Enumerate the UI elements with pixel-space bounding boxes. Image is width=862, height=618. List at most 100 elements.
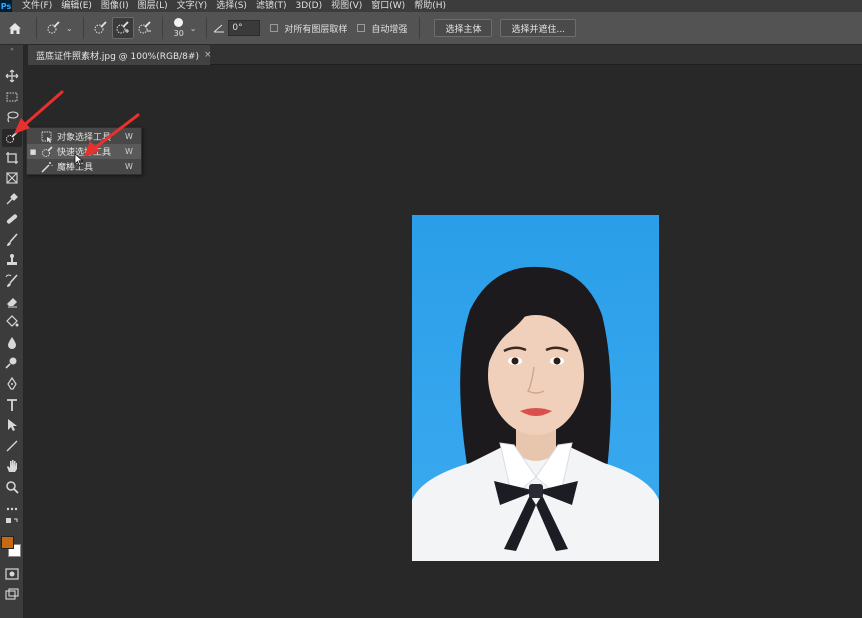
add-to-selection-button[interactable] xyxy=(111,17,134,39)
subtract-from-selection-button[interactable] xyxy=(134,17,156,39)
quick-mask-icon xyxy=(5,568,19,580)
home-button[interactable] xyxy=(0,12,30,45)
angle-input[interactable]: 0° xyxy=(228,20,261,36)
quick-selection-icon xyxy=(39,145,55,158)
selection-tools-flyout: 对象选择工具 W ■ 快速选择工具 W 魔棒工具 W xyxy=(26,127,142,175)
menu-help[interactable]: 帮助(H) xyxy=(414,0,446,12)
eyedropper-icon xyxy=(6,193,18,205)
dodge-tool[interactable] xyxy=(2,354,22,372)
pen-icon xyxy=(7,377,17,390)
move-icon xyxy=(5,69,19,83)
screen-mode-button[interactable] xyxy=(2,585,22,603)
divider xyxy=(206,17,208,39)
new-selection-button[interactable] xyxy=(90,17,112,39)
flyout-item-object-selection[interactable]: 对象选择工具 W xyxy=(27,129,141,144)
chevron-down-icon[interactable]: ⌄ xyxy=(190,24,197,33)
options-bar: ⌄ 30 ⌄ 0° 对所有图层取样 自动增强 选择主体 选择并遮住... xyxy=(0,12,862,45)
edit-toolbar-button[interactable] xyxy=(2,500,22,518)
sample-all-layers-checkbox[interactable]: 对所有图层取样 xyxy=(270,22,347,35)
menu-file[interactable]: 文件(F) xyxy=(22,0,52,12)
quick-selection-icon xyxy=(6,131,18,143)
stamp-icon xyxy=(7,254,17,265)
healing-brush-tool[interactable] xyxy=(2,210,22,228)
move-tool[interactable] xyxy=(2,67,22,85)
auto-enhance-checkbox[interactable]: 自动增强 xyxy=(357,22,407,35)
document-tab[interactable]: 蓝底证件照素材.jpg @ 100%(RGB/8#) × xyxy=(28,45,212,65)
new-selection-icon xyxy=(94,21,107,34)
more-icon xyxy=(6,507,18,511)
photoshop-logo[interactable]: Ps xyxy=(0,0,12,12)
tool-preset-picker[interactable] xyxy=(43,17,65,39)
history-brush-icon xyxy=(5,274,18,287)
flyout-shortcut: W xyxy=(125,147,133,156)
magic-wand-icon xyxy=(39,160,55,173)
zoom-tool[interactable] xyxy=(2,478,22,496)
add-to-selection-icon xyxy=(116,21,129,34)
marquee-icon xyxy=(6,92,18,102)
brush-size-picker[interactable]: 30 xyxy=(169,14,189,42)
brush-tool[interactable] xyxy=(2,231,22,249)
flyout-label: 对象选择工具 xyxy=(57,133,112,143)
eyedropper-tool[interactable] xyxy=(2,190,22,208)
home-icon xyxy=(9,22,21,34)
subtract-from-selection-icon xyxy=(138,21,151,34)
type-tool[interactable] xyxy=(2,396,22,414)
close-tab-icon[interactable]: × xyxy=(204,50,212,60)
lasso-icon xyxy=(7,111,19,123)
menu-edit[interactable]: 编辑(E) xyxy=(61,0,92,12)
history-brush-tool[interactable] xyxy=(2,272,22,290)
object-selection-icon xyxy=(39,130,55,143)
menu-layer[interactable]: 图层(L) xyxy=(138,0,168,12)
menu-view[interactable]: 视图(V) xyxy=(331,0,362,12)
quick-mask-button[interactable] xyxy=(2,565,22,583)
document-tab-title: 蓝底证件照素材.jpg @ 100%(RGB/8#) xyxy=(36,51,199,62)
collapse-panel-button[interactable]: » xyxy=(0,45,24,55)
path-selection-tool[interactable] xyxy=(2,416,22,434)
menu-select[interactable]: 选择(S) xyxy=(216,0,247,12)
flyout-item-quick-selection[interactable]: ■ 快速选择工具 W xyxy=(27,144,141,159)
eraser-tool[interactable] xyxy=(2,293,22,311)
divider xyxy=(419,17,421,39)
hand-icon xyxy=(7,460,17,472)
crop-icon xyxy=(6,152,18,164)
color-swatches[interactable] xyxy=(0,534,24,564)
tools-panel: » xyxy=(0,45,24,618)
magnifier-icon xyxy=(6,481,19,494)
droplet-icon xyxy=(8,337,16,349)
chevron-down-icon[interactable]: ⌄ xyxy=(66,24,73,33)
screen-mode-icon xyxy=(5,588,19,600)
frame-icon xyxy=(6,172,18,184)
menu-filter[interactable]: 滤镜(T) xyxy=(256,0,287,12)
line-tool[interactable] xyxy=(2,437,22,455)
clone-stamp-tool[interactable] xyxy=(2,251,22,269)
sample-all-layers-label: 对所有图层取样 xyxy=(284,24,348,35)
frame-tool[interactable] xyxy=(2,169,22,187)
menu-type[interactable]: 文字(Y) xyxy=(177,0,208,12)
flyout-label: 快速选择工具 xyxy=(57,148,112,158)
default-colors-button[interactable] xyxy=(2,518,22,530)
hand-tool[interactable] xyxy=(2,457,22,475)
divider xyxy=(82,17,84,39)
flyout-item-magic-wand[interactable]: 魔棒工具 W xyxy=(27,159,141,174)
menu-3d[interactable]: 3D(D) xyxy=(295,0,322,12)
brush-size-value: 30 xyxy=(173,29,184,38)
lasso-tool[interactable] xyxy=(2,108,22,126)
id-photo-image[interactable] xyxy=(412,215,659,561)
paint-bucket-tool[interactable] xyxy=(2,313,22,331)
crop-tool[interactable] xyxy=(2,149,22,167)
quick-selection-tool[interactable] xyxy=(2,129,22,147)
menu-window[interactable]: 窗口(W) xyxy=(371,0,405,12)
quick-selection-icon xyxy=(47,21,60,34)
document-tab-bar: 蓝底证件照素材.jpg @ 100%(RGB/8#) × xyxy=(28,45,862,65)
foreground-color-swatch[interactable] xyxy=(1,536,14,549)
flyout-shortcut: W xyxy=(125,132,133,141)
bandage-icon xyxy=(6,214,18,224)
checkbox-box xyxy=(357,24,366,32)
marquee-tool[interactable] xyxy=(2,88,22,106)
select-and-mask-button[interactable]: 选择并遮住... xyxy=(500,19,577,37)
blur-tool[interactable] xyxy=(2,334,22,352)
checkbox-box xyxy=(270,24,279,32)
menu-image[interactable]: 图像(I) xyxy=(101,0,129,12)
select-subject-button[interactable]: 选择主体 xyxy=(434,19,493,37)
pen-tool[interactable] xyxy=(2,375,22,393)
